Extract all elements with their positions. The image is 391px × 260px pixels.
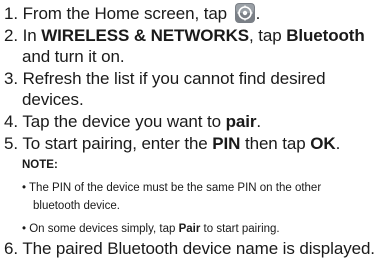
note-bullet-2-text-post: to start pairing.: [203, 223, 280, 235]
step-4-text: Tap the device you want to: [22, 112, 222, 131]
step-2-text-pre: In: [22, 26, 37, 45]
step-3: 3. Refresh the list if you cannot find d…: [4, 68, 326, 89]
step-1: 1. From the Home screen, tap .: [4, 3, 260, 24]
step-2-number: 2.: [4, 26, 18, 45]
step-6: 6. The paired Bluetooth device name is d…: [4, 238, 375, 259]
bluetooth-label: Bluetooth: [286, 26, 365, 45]
step-3-text: Refresh the list if you cannot find desi…: [22, 69, 326, 88]
bullet-2-marker: •: [22, 223, 27, 235]
step-5-text-pre: To start pairing, enter the: [22, 134, 208, 153]
instructions-document: 1. From the Home screen, tap . 2. In WIR…: [0, 0, 391, 260]
step-4: 4. Tap the device you want to pair.: [4, 111, 261, 132]
note-bullet-1: • The PIN of the device must be the same…: [22, 181, 321, 195]
note-bullet-1-continuation: bluetooth device.: [33, 200, 120, 212]
step-5-period: .: [335, 134, 341, 153]
note-bullet-2-text-pre: On some devices simply, tap: [29, 223, 176, 235]
step-1-period: .: [255, 4, 261, 23]
step-5: 5. To start pairing, enter the PIN then …: [4, 133, 340, 154]
pin-label: PIN: [212, 134, 241, 153]
step-1-text: From the Home screen, tap: [22, 4, 228, 23]
step-2: 2. In WIRELESS & NETWORKS, tap Bluetooth: [4, 25, 365, 46]
note-bullet-1-text: The PIN of the device must be the same P…: [29, 182, 322, 194]
note-title: NOTE:: [22, 159, 58, 171]
step-4-period: .: [256, 112, 262, 131]
step-6-number: 6.: [4, 239, 18, 258]
step-1-number: 1.: [4, 4, 18, 23]
step-6-text: The paired Bluetooth device name is disp…: [22, 239, 375, 258]
pair-label: pair: [225, 112, 257, 131]
bullet-1-marker: •: [22, 182, 27, 194]
step-5-text-mid: then tap: [244, 134, 306, 153]
step-2-text-mid: , tap: [249, 26, 282, 45]
note-bullet-2: • On some devices simply, tap Pair to st…: [22, 222, 280, 236]
step-4-number: 4.: [4, 112, 18, 131]
pair-button-label: Pair: [178, 223, 201, 235]
step-5-number: 5.: [4, 134, 18, 153]
wireless-networks-label: WIRELESS & NETWORKS: [41, 26, 249, 45]
settings-icon: [234, 3, 255, 23]
step-3-number: 3.: [4, 69, 18, 88]
step-3-continuation: devices.: [22, 90, 84, 109]
ok-label: OK: [310, 134, 336, 153]
step-2-continuation: and turn it on.: [22, 47, 125, 66]
